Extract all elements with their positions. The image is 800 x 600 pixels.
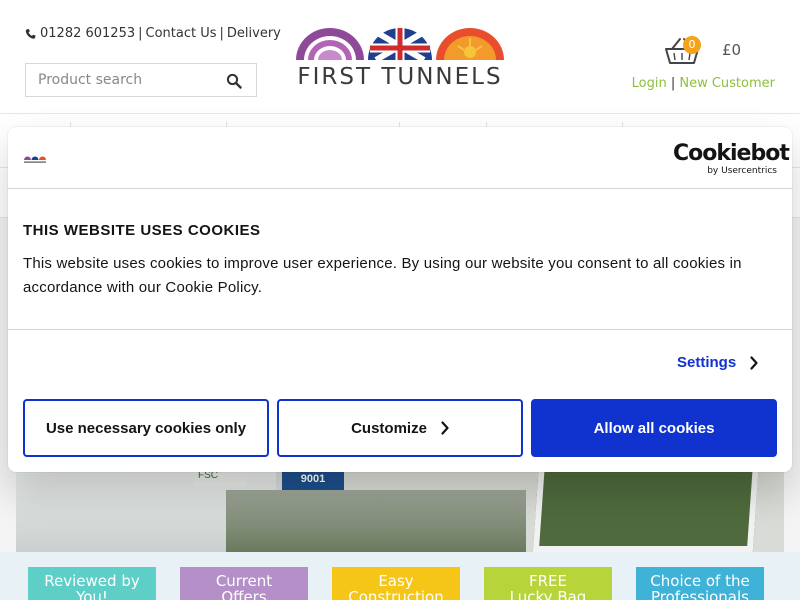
chevron-right-icon — [750, 355, 758, 370]
cookie-description: This website uses cookies to improve use… — [23, 255, 742, 296]
cookiebot-by: by Usercentrics — [707, 166, 777, 176]
divider — [8, 188, 792, 189]
chevron-right-icon — [441, 421, 449, 435]
cookiebot-logo[interactable]: Cookiebot by Usercentrics — [673, 141, 790, 177]
site-logo-small-icon — [24, 156, 46, 163]
customize-label: Customize — [351, 419, 427, 437]
customize-button[interactable]: Customize — [277, 399, 523, 457]
necessary-cookies-button[interactable]: Use necessary cookies only — [23, 399, 269, 457]
cookie-dialog: Cookiebot by Usercentrics THIS WEBSITE U… — [8, 127, 792, 472]
cookie-overlay: Cookiebot by Usercentrics THIS WEBSITE U… — [0, 0, 800, 600]
settings-label: Settings — [677, 354, 737, 371]
settings-link[interactable]: Settings — [677, 354, 758, 371]
divider — [8, 329, 792, 330]
cookie-title: THIS WEBSITE USES COOKIES — [23, 222, 261, 239]
cookiebot-name: Cookiebot — [673, 141, 790, 166]
allow-all-cookies-button[interactable]: Allow all cookies — [531, 399, 777, 457]
